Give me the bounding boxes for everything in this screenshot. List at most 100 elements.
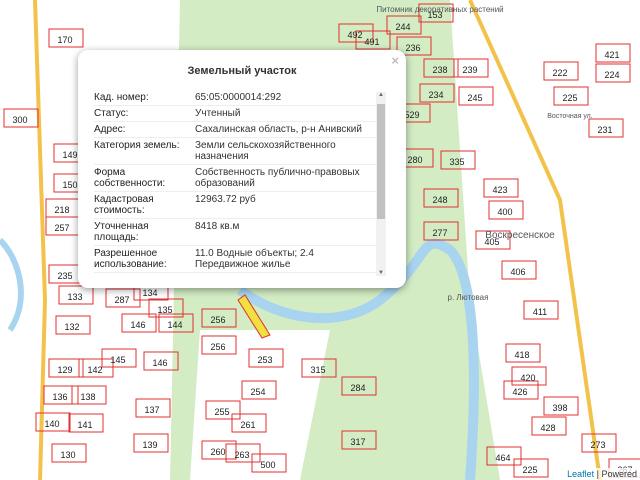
parcel-number: 406 [510,267,525,277]
parcel-number: 418 [514,350,529,360]
parcel-number: 234 [428,90,443,100]
scroll-up-icon[interactable]: ▲ [376,92,386,98]
parcel-number: 317 [350,437,365,447]
parcel-number: 423 [492,185,507,195]
parcel-number: 170 [57,35,72,45]
parcel-number: 142 [87,365,102,375]
scrollbar-thumb[interactable] [377,104,385,219]
parcel-number: 146 [152,358,167,368]
info-row: Кадастровая стоимость: 12963.72 руб [94,192,376,219]
info-row: Категория земель: Земли сельскохозяйствен… [94,138,376,165]
parcel-number: 253 [257,355,272,365]
info-value: Учтенный [195,108,241,119]
parcel-number: 150 [62,180,77,190]
parcel-number: 280 [407,155,422,165]
parcel-number: 284 [350,383,365,393]
popup-scrollbar[interactable]: ▲ ▼ [376,92,386,276]
parcel-number: 135 [157,305,172,315]
parcel-number: 257 [54,223,69,233]
parcel-number: 421 [604,50,619,60]
parcel-number: 218 [54,205,69,215]
parcel-number: 130 [60,450,75,460]
parcel-number: 137 [144,405,159,415]
parcel-number: 420 [520,373,535,383]
parcel-number: 133 [67,292,82,302]
info-value: Земли сельскохозяйственного назначения [195,140,336,162]
info-key: Форма собственности: [94,167,166,189]
info-value: 12963.72 руб [195,194,256,205]
parcel-number: 222 [552,68,567,78]
parcel-number: 239 [462,65,477,75]
info-key: Разрешенное использование: [94,248,167,270]
parcel-number: 335 [449,157,464,167]
parcel-number: 411 [533,307,547,317]
parcel-number: 132 [64,322,79,332]
parcel-number: 225 [562,93,577,103]
info-value: 8418 кв.м [195,221,240,232]
info-row: Форма собственности: Собственность публич… [94,165,376,192]
parcel-number: 255 [214,407,229,417]
leaflet-link[interactable]: Leaflet [567,469,594,479]
parcel-popup: × Земельный участок Кад. номер: 65:05:000… [78,50,406,288]
parcel-number: 149 [62,150,77,160]
parcel-number: 134 [142,288,157,298]
info-key: Адрес: [94,124,126,135]
info-key: Категория земель: [94,140,180,151]
parcel-number: 315 [310,365,325,375]
parcel-number: 138 [80,392,95,402]
parcel-info-table: Кад. номер: 65:05:0000014:292 Статус: Учтен… [94,90,376,278]
info-value: 11.0 Водные объекты; 2.4 Передвижное жил… [195,248,314,270]
parcel-number: 500 [260,460,275,470]
parcel-number: 129 [57,365,72,375]
parcel-number: 263 [234,450,249,460]
info-row: Статус: Учтенный [94,106,376,122]
parcel-number: 300 [12,115,27,125]
parcel-number: 260 [210,447,225,457]
close-icon[interactable]: × [391,53,399,68]
parcel-number: 400 [497,207,512,217]
parcel-number: 491 [364,37,379,47]
parcel-number: 256 [210,342,225,352]
parcel-number: 428 [540,423,555,433]
place-label: р. Лютовая [448,293,489,302]
parcel-number: 254 [250,387,265,397]
parcel-number: 225 [522,465,537,475]
parcel-number: 245 [467,93,482,103]
popup-title: Земельный участок [187,65,297,77]
parcel-number: 287 [114,295,129,305]
parcel-number: 273 [590,440,605,450]
info-value: 65:05:0000014:292 [195,92,282,103]
attribution: Leaflet | Powered [564,468,640,480]
parcel-number: 140 [44,419,59,429]
parcel-number: 261 [240,420,255,430]
info-key: Кад. номер: [94,92,149,103]
parcel-number: 141 [77,420,92,430]
info-key: Статус: [94,108,129,119]
parcel-number: 236 [405,43,420,53]
parcel-number: 144 [167,320,182,330]
parcel-number: 426 [512,387,527,397]
info-value: Собственность публично-правовых образова… [195,167,360,189]
parcel-number: 235 [57,271,72,281]
parcel-number: 224 [604,70,619,80]
parcel-number: 244 [395,22,410,32]
parcel-number: 231 [597,125,612,135]
info-row: Кад. номер: 65:05:0000014:292 [94,90,376,106]
parcel-number: 248 [432,195,447,205]
parcel-number: 136 [52,392,67,402]
info-key: Уточненная площадь: [94,221,149,243]
parcel-number: 464 [495,453,510,463]
info-row: Адрес: Сахалинская область, р-н Анивский [94,122,376,138]
info-row: Разрешенное использование: 11.0 Водные об… [94,246,376,273]
parcel-number: 277 [432,228,447,238]
place-label: Питомник декоративных растений [376,5,503,14]
info-value: Сахалинская область, р-н Анивский [195,124,362,135]
info-key: Кадастровая стоимость: [94,194,154,216]
parcel-number: 529 [404,110,419,120]
parcel-number: 398 [552,403,567,413]
scroll-down-icon[interactable]: ▼ [376,270,386,276]
info-row: Уточненная площадь: 8418 кв.м [94,219,376,246]
parcel-number: 146 [130,320,145,330]
parcel-number: 492 [347,30,362,40]
place-label: Воскресенское [485,230,555,241]
